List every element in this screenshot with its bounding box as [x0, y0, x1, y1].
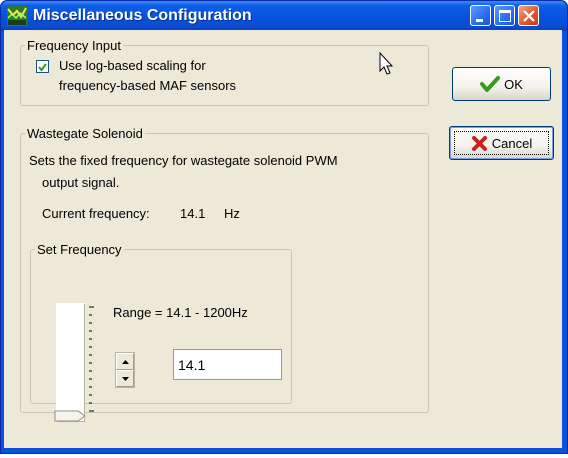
x-icon: [471, 135, 487, 151]
frequency-range-text: Range = 14.1 - 1200Hz: [113, 305, 248, 320]
cancel-button[interactable]: Cancel: [449, 126, 554, 160]
frequency-input-label: Frequency Input: [27, 38, 121, 53]
maximize-icon: [499, 10, 511, 22]
ok-button[interactable]: OK: [452, 67, 551, 101]
set-frequency-label: Set Frequency: [37, 242, 122, 257]
checkmark-icon: [38, 63, 47, 72]
log-scaling-label-line1: Use log-based scaling for: [59, 58, 206, 73]
wastegate-description-line1: Sets the fixed frequency for wastegate s…: [29, 153, 338, 168]
title-bar[interactable]: Miscellaneous Configuration: [1, 1, 567, 31]
mouse-cursor-icon: [379, 52, 394, 75]
frequency-spinner[interactable]: [115, 352, 135, 388]
close-icon: [523, 10, 535, 22]
minimize-icon: [476, 19, 483, 22]
slider-thumb[interactable]: [54, 410, 86, 422]
checkmark-icon: [480, 76, 501, 92]
slider-ticks: [89, 306, 94, 412]
window-title: Miscellaneous Configuration: [33, 7, 252, 24]
close-button[interactable]: [518, 5, 539, 26]
cancel-label: Cancel: [491, 135, 533, 151]
ok-label: OK: [504, 76, 523, 92]
spin-down-button[interactable]: [116, 370, 134, 387]
log-scaling-checkbox[interactable]: [36, 60, 49, 73]
log-scaling-label-line2: frequency-based MAF sensors: [59, 78, 237, 93]
arrow-up-icon: [121, 359, 129, 364]
maximize-button[interactable]: [494, 5, 515, 26]
spin-up-button[interactable]: [116, 353, 134, 370]
current-frequency-value: 14.1: [180, 206, 206, 221]
current-frequency-unit: Hz: [224, 206, 240, 221]
wastegate-description-line2: output signal.: [42, 175, 120, 190]
frequency-slider[interactable]: [56, 303, 85, 422]
current-frequency-label: Current frequency:: [42, 206, 150, 221]
arrow-down-icon: [121, 376, 129, 381]
frequency-input[interactable]: [173, 349, 282, 380]
app-icon: [7, 6, 27, 26]
wastegate-solenoid-label: Wastegate Solenoid: [27, 126, 143, 141]
minimize-button[interactable]: [470, 5, 491, 26]
